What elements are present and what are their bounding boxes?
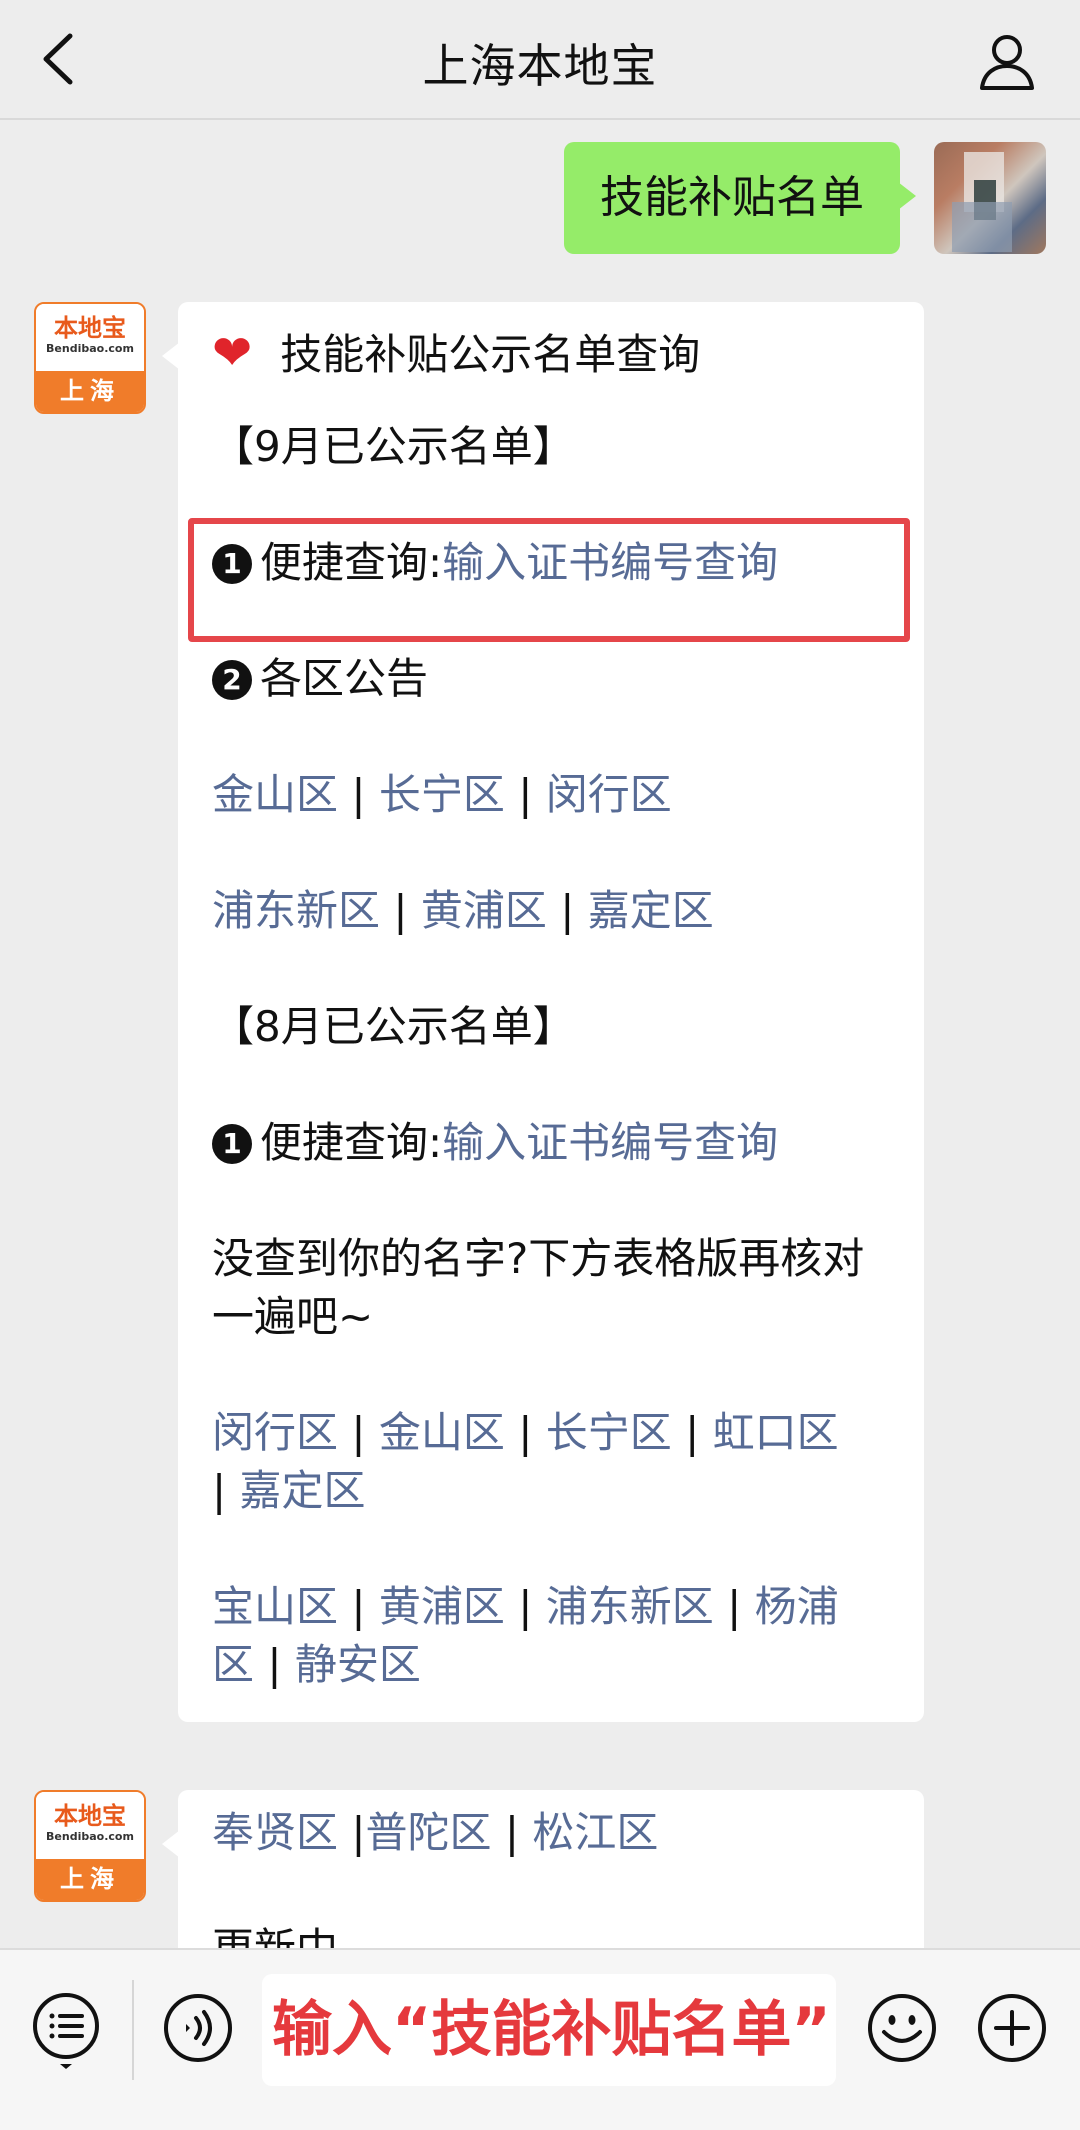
district-link[interactable]: 奉贤区	[212, 1808, 338, 1857]
chat-screen: 上海本地宝 技能补贴名单 本地宝 Bendibao.com 上海 ❤ 技能补贴公…	[0, 0, 1080, 2130]
district-link[interactable]: 静安区	[295, 1640, 421, 1689]
district-link[interactable]: 嘉定区	[240, 1466, 366, 1515]
voice-icon[interactable]	[162, 1992, 234, 2064]
district-link[interactable]: 金山区	[379, 1408, 505, 1457]
number-two-badge: 2	[212, 660, 252, 700]
aug-district-row-1: 闵行区 | 金山区 | 长宁区 | 虹口区 | 嘉定区	[212, 1408, 839, 1515]
district-link[interactable]: 浦东新区	[212, 886, 380, 935]
incoming-message: 本地宝 Bendibao.com 上海 奉贤区 |普陀区 | 松江区 更新中	[34, 1790, 924, 1948]
message-title: 技能补贴公示名单查询	[280, 330, 701, 379]
incoming-message: 本地宝 Bendibao.com 上海 ❤ 技能补贴公示名单查询 【9月已公示名单…	[34, 302, 924, 1722]
aug-quick-query: 1 便捷查询:输入证书编号查询	[212, 1114, 890, 1172]
menu-icon[interactable]	[30, 1990, 102, 2070]
district-link[interactable]: 嘉定区	[588, 886, 714, 935]
plus-icon[interactable]	[976, 1992, 1048, 2064]
emoji-icon[interactable]	[866, 1992, 938, 2064]
chat-area[interactable]: 技能补贴名单 本地宝 Bendibao.com 上海 ❤ 技能补贴公示名单查询 【…	[0, 122, 1080, 1948]
outgoing-bubble[interactable]: 技能补贴名单	[564, 142, 916, 254]
number-one-badge: 1	[212, 1124, 252, 1164]
highlight-box	[188, 518, 910, 642]
district-link[interactable]: 长宁区	[546, 1408, 672, 1457]
user-avatar[interactable]	[934, 142, 1046, 254]
aug-certificate-query-link[interactable]: 输入证书编号查询	[442, 1118, 778, 1167]
aug-district-row-2: 宝山区 | 黄浦区 | 浦东新区 | 杨浦区 | 静安区	[212, 1582, 839, 1689]
aug-header: 【8月已公示名单】	[212, 1002, 575, 1051]
sept-district-row-1: 金山区 | 长宁区 | 闵行区	[212, 770, 672, 819]
district-link[interactable]: 黄浦区	[379, 1582, 505, 1631]
district-link[interactable]: 松江区	[532, 1808, 658, 1857]
outgoing-message: 技能补贴名单	[564, 142, 1046, 254]
divider	[132, 1980, 134, 2080]
message-bubble: ❤ 技能补贴公示名单查询 【9月已公示名单】 1 便捷查询:输入证书编号查询 2 各区…	[162, 302, 924, 1722]
sept-district-row-2: 浦东新区 | 黄浦区 | 嘉定区	[212, 886, 714, 935]
note-text: 没查到你的名字?下方表格版再核对一遍吧~	[212, 1234, 865, 1341]
top-bar: 上海本地宝	[0, 0, 1080, 120]
district-link[interactable]: 区	[212, 1640, 254, 1689]
bendibao-avatar[interactable]: 本地宝 Bendibao.com 上海	[34, 1790, 146, 1902]
district-link[interactable]: 金山区	[212, 770, 338, 819]
heart-icon: ❤	[212, 325, 253, 381]
district-link[interactable]: 黄浦区	[421, 886, 547, 935]
message-bubble: 奉贤区 |普陀区 | 松江区 更新中	[162, 1790, 924, 1948]
district-link[interactable]: 虹口区	[713, 1408, 839, 1457]
district-row: 奉贤区 |普陀区 | 松江区	[212, 1808, 659, 1857]
district-link[interactable]: 闵行区	[212, 1408, 338, 1457]
district-link[interactable]: 宝山区	[212, 1582, 338, 1631]
input-bar: 输入“技能补贴名单”	[0, 1948, 1080, 2130]
district-link[interactable]: 杨浦	[755, 1582, 839, 1631]
district-link[interactable]: 闵行区	[546, 770, 672, 819]
district-link[interactable]: 浦东新区	[546, 1582, 714, 1631]
message-input[interactable]: 输入“技能补贴名单”	[262, 1974, 836, 2086]
profile-icon[interactable]	[974, 28, 1040, 94]
district-link[interactable]: 长宁区	[379, 770, 505, 819]
district-notices: 2 各区公告	[212, 650, 890, 708]
sept-header: 【9月已公示名单】	[212, 422, 575, 471]
bendibao-avatar[interactable]: 本地宝 Bendibao.com 上海	[34, 302, 146, 414]
district-link[interactable]: 普陀区	[366, 1808, 492, 1857]
chat-title: 上海本地宝	[422, 39, 658, 93]
partial-text: 更新中	[212, 1920, 890, 1948]
